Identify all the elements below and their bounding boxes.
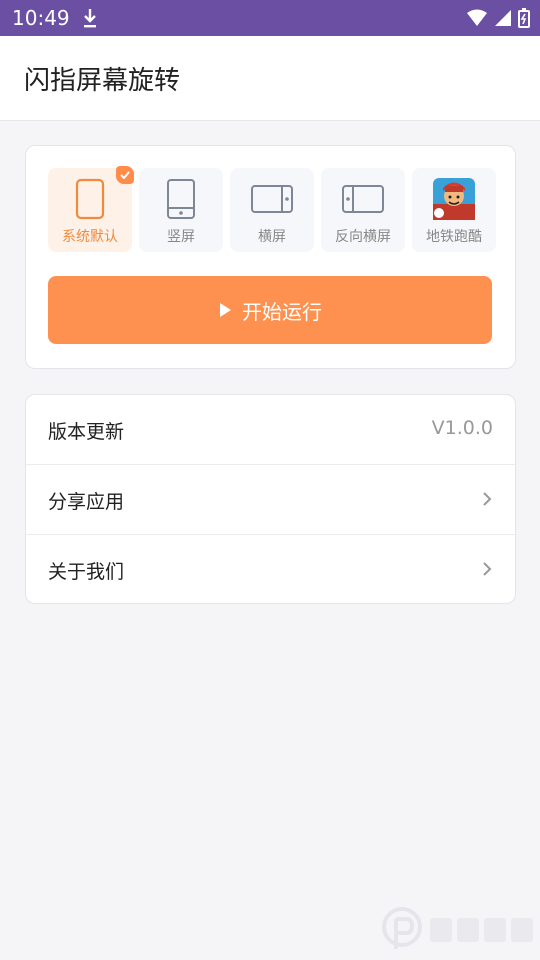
download-icon: [84, 9, 96, 28]
signal-icon: [495, 10, 511, 26]
start-run-label: 开始运行: [242, 299, 322, 324]
chevron-right-icon: [483, 562, 492, 576]
mode-landscape[interactable]: 横屏: [230, 168, 314, 252]
mode-portrait[interactable]: 竖屏: [139, 168, 223, 252]
mode-subway-surfers[interactable]: 地铁跑酷: [412, 168, 496, 252]
mode-label: 反向横屏: [335, 229, 391, 245]
menu-item-about-us[interactable]: 关于我们: [26, 535, 515, 604]
battery-icon: [518, 8, 530, 28]
menu-item-label: 分享应用: [48, 491, 125, 513]
status-bar: 10:49: [0, 0, 540, 36]
mode-label: 地铁跑酷: [426, 229, 482, 245]
wifi-icon: [467, 9, 487, 26]
system-icons: [466, 6, 530, 30]
status-time: 10:49: [12, 6, 70, 30]
watermark-p-icon: [382, 907, 422, 949]
version-value: V1.0.0: [431, 417, 493, 439]
mode-label: 竖屏: [167, 229, 195, 245]
start-run-button[interactable]: 开始运行: [48, 276, 492, 344]
mode-system-default[interactable]: 系统默认: [48, 166, 134, 252]
chevron-right-icon: [483, 492, 492, 506]
menu-item-label: 关于我们: [48, 561, 125, 583]
menu-item-label: 版本更新: [48, 421, 125, 443]
landscape-phone-icon: [251, 185, 293, 213]
page-title: 闪指屏幕旋转: [24, 66, 181, 96]
rotation-mode-card: 系统默认 竖屏 横屏 反向横屏 地铁跑酷 开始运行: [25, 145, 516, 369]
phone-outline-icon: [75, 178, 105, 220]
app-bar: 闪指屏幕旋转: [0, 36, 540, 121]
play-icon: [220, 303, 231, 317]
reverse-landscape-phone-icon: [342, 185, 384, 213]
portrait-phone-icon: [167, 179, 195, 219]
selected-check-icon: [116, 166, 134, 184]
subway-surfers-app-icon: [433, 178, 475, 220]
settings-menu: 版本更新 V1.0.0 分享应用 关于我们: [25, 394, 516, 604]
menu-item-version-update[interactable]: 版本更新 V1.0.0: [26, 395, 515, 465]
watermark-logo: [380, 900, 540, 960]
mode-label: 横屏: [258, 229, 286, 245]
watermark-wordmark: [430, 918, 533, 942]
menu-item-share-app[interactable]: 分享应用: [26, 465, 515, 535]
mode-list: 系统默认 竖屏 横屏 反向横屏 地铁跑酷: [48, 166, 496, 252]
mode-reverse-landscape[interactable]: 反向横屏: [321, 168, 405, 252]
mode-label: 系统默认: [62, 229, 118, 245]
